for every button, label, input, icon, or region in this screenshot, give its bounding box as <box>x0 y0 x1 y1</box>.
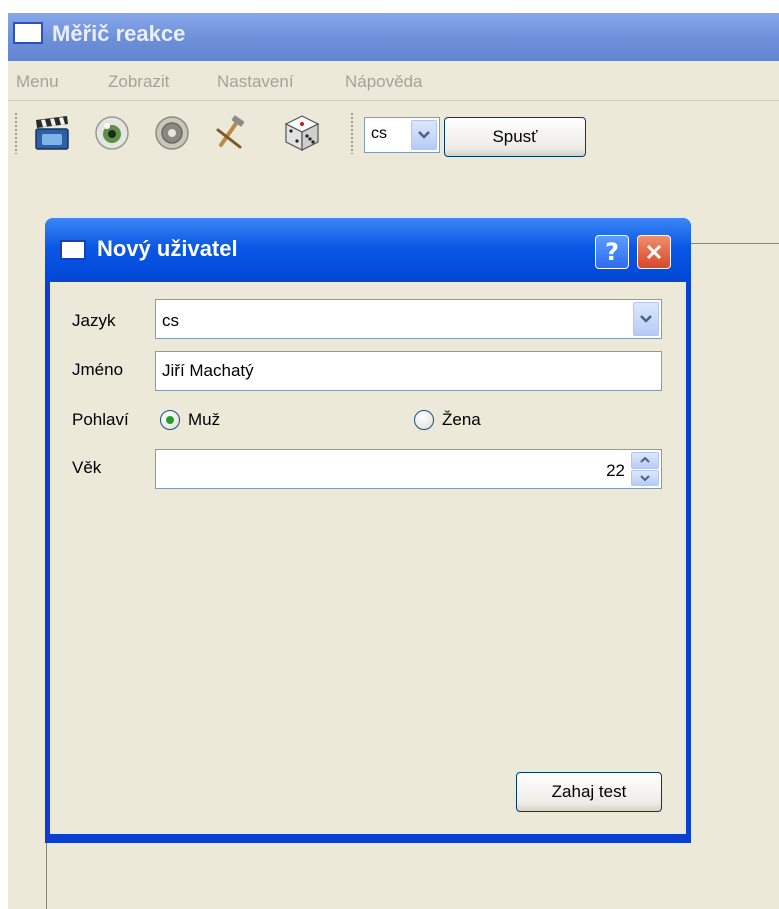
toolbar: cs Spusť <box>8 101 779 161</box>
menu-item-nastaveni[interactable]: Nastavení <box>217 72 294 92</box>
age-stepper-buttons <box>631 452 659 486</box>
menubar: Menu Zobrazit Nastavení Nápověda <box>8 66 779 101</box>
language-select[interactable]: cs <box>155 299 662 339</box>
age-value: 22 <box>606 461 625 480</box>
gender-label: Pohlaví <box>72 410 129 429</box>
language-select-value: cs <box>162 311 179 330</box>
background-divider <box>684 243 779 244</box>
run-button[interactable]: Spusť <box>444 117 586 157</box>
window-icon <box>13 22 43 44</box>
toolbar-grip[interactable] <box>14 112 18 154</box>
new-user-dialog: Nový uživatel ? Jazyk cs Jméno Jiří Mach… <box>45 218 691 843</box>
help-icon[interactable]: ? <box>595 235 629 269</box>
start-test-button[interactable]: Zahaj test <box>516 772 662 812</box>
gender-radio-female[interactable] <box>414 410 434 430</box>
dialog-titlebar[interactable]: Nový uživatel ? <box>45 218 691 282</box>
hammer-icon[interactable] <box>208 111 252 155</box>
chevron-down-icon[interactable] <box>411 120 437 150</box>
app-titlebar[interactable]: Měřič reakce <box>8 13 779 61</box>
name-field[interactable]: Jiří Machatý <box>155 351 662 391</box>
chevron-up-icon[interactable] <box>631 452 659 469</box>
chevron-down-icon[interactable] <box>633 302 659 336</box>
dice-icon[interactable] <box>280 111 324 155</box>
gender-option-female: Žena <box>442 410 481 429</box>
name-label: Jméno <box>72 360 124 379</box>
toolbar-grip[interactable] <box>350 112 354 154</box>
menu-item-menu[interactable]: Menu <box>16 72 59 92</box>
clapperboard-icon[interactable] <box>30 111 74 155</box>
app-title: Měřič reakce <box>52 21 186 46</box>
menu-item-napoveda[interactable]: Nápověda <box>345 72 423 92</box>
age-stepper[interactable]: 22 <box>155 449 662 489</box>
window-icon <box>60 240 86 260</box>
language-label: Jazyk <box>72 311 116 330</box>
gender-radio-male[interactable] <box>160 410 180 430</box>
age-label: Věk <box>72 458 102 477</box>
menu-item-zobrazit[interactable]: Zobrazit <box>108 72 169 92</box>
language-combo-value: cs <box>371 125 387 142</box>
chevron-down-icon[interactable] <box>631 469 659 486</box>
speaker-icon[interactable] <box>150 111 194 155</box>
app-window: Měřič reakce Menu Zobrazit Nastavení Náp… <box>8 13 779 909</box>
dialog-title: Nový uživatel <box>97 236 238 261</box>
gender-option-male: Muž <box>188 410 221 429</box>
language-combo[interactable]: cs <box>364 117 440 153</box>
eye-icon[interactable] <box>90 111 134 155</box>
dialog-body: Jazyk cs Jméno Jiří Machatý Pohlaví Muž … <box>50 282 686 834</box>
close-icon[interactable] <box>637 235 671 269</box>
